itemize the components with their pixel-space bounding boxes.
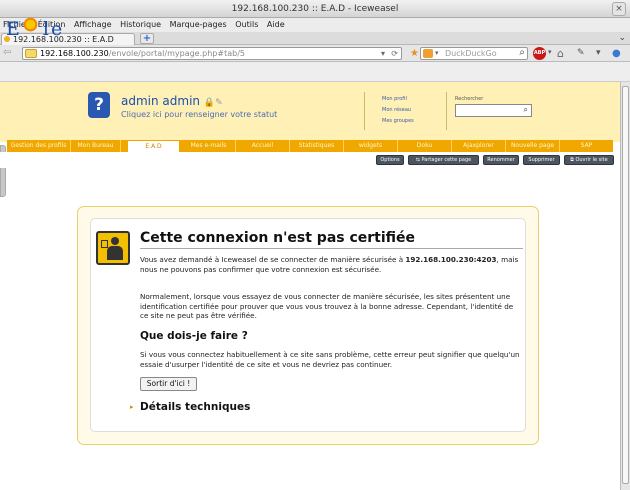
rename-button[interactable]: Renommer: [483, 155, 519, 165]
search-engine-icon[interactable]: [423, 49, 433, 58]
icon-body: [107, 246, 123, 260]
lock-icon: 🔒: [203, 98, 216, 108]
adblock-dropdown-icon[interactable]: ▾: [548, 48, 552, 56]
scrollbar-thumb[interactable]: [622, 86, 629, 484]
search-icon[interactable]: ⌕: [519, 47, 525, 58]
url-dropdown-icon[interactable]: ▾: [381, 48, 385, 59]
url-bar[interactable]: 192.168.100.230/envole/portal/mypage.php…: [22, 47, 402, 60]
tab-ead[interactable]: E.A.D: [127, 140, 180, 152]
error-paragraph-1: Vous avez demandé à Iceweasel de se conn…: [140, 255, 520, 274]
header-divider: [364, 92, 365, 130]
p1-text: Vous avez demandé à Iceweasel de se conn…: [140, 255, 406, 264]
portal-search-input[interactable]: ⌕: [455, 104, 532, 117]
error-panel: [90, 218, 526, 432]
search-engine-dropdown-icon[interactable]: ▾: [435, 48, 439, 59]
share-page-button[interactable]: ⇆ Partager cette page: [408, 155, 479, 165]
menu-outils[interactable]: Outils: [235, 20, 258, 29]
window-titlebar: 192.168.100.230 :: E.A.D - Iceweasel: [0, 0, 630, 18]
window-close-button[interactable]: ×: [612, 2, 626, 16]
get-out-button[interactable]: Sortir d'ici !: [140, 377, 197, 391]
link-mon-reseau[interactable]: Mon réseau: [382, 107, 411, 113]
menu-bar: Fichier Édition Affichage Historique Mar…: [0, 18, 630, 32]
delete-button[interactable]: Supprimer: [523, 155, 560, 165]
new-tab-button[interactable]: +: [140, 33, 154, 44]
logo-letters-le: le: [42, 18, 65, 40]
toolbar-addon-icon[interactable]: ●: [612, 48, 621, 59]
site-identity-icon[interactable]: [25, 49, 37, 58]
tab-bar: 192.168.100.230 :: E.A.D + ⌄: [0, 32, 630, 45]
window-title: 192.168.100.230 :: E.A.D - Iceweasel: [231, 4, 399, 14]
error-paragraph-2: Normalement, lorsque vous essayez de vou…: [140, 292, 514, 320]
bookmark-star-icon[interactable]: ★: [410, 48, 419, 59]
bookmarks-bar: [0, 62, 630, 82]
tab-widgets[interactable]: widgets: [344, 140, 398, 152]
user-name[interactable]: admin admin 🔒✎: [121, 94, 223, 108]
menu-marque-pages[interactable]: Marque-pages: [170, 20, 227, 29]
user-status-link[interactable]: Cliquez ici pour renseigner votre statut: [121, 110, 277, 119]
tab-gestion-des-profils[interactable]: Gestion des profils: [7, 140, 71, 152]
user-name-text: admin admin: [121, 94, 201, 108]
open-site-label: Ouvrir le site: [575, 157, 608, 163]
logo-letter-e: E: [6, 18, 22, 40]
menu-affichage[interactable]: Affichage: [74, 20, 112, 29]
tab-sap[interactable]: SAP: [560, 140, 613, 152]
link-mon-profil[interactable]: Mon profil: [382, 96, 407, 102]
share-page-label: Partager cette page: [421, 157, 472, 163]
p1-host: 192.168.100.230:4203: [405, 255, 497, 264]
toolbar-menu-icon[interactable]: ▾: [596, 48, 601, 58]
header-divider: [446, 92, 447, 130]
navigation-bar: ⇦ 192.168.100.230/envole/portal/mypage.p…: [0, 45, 630, 62]
menu-aide[interactable]: Aide: [267, 20, 285, 29]
tab-mes-emails[interactable]: Mes e-mails: [182, 140, 236, 152]
icon-head: [111, 237, 119, 245]
adblock-icon[interactable]: ABP: [533, 47, 546, 60]
vertical-scrollbar[interactable]: [620, 82, 630, 490]
logo-sun-icon: [21, 15, 40, 34]
edit-icon[interactable]: ✎: [215, 98, 223, 108]
home-icon[interactable]: ⌂: [557, 47, 564, 60]
tab-nouvelle-page[interactable]: Nouvelle page: [506, 140, 560, 152]
search-placeholder: DuckDuckGo: [445, 49, 497, 58]
technical-details-toggle[interactable]: Détails techniques: [140, 401, 250, 413]
tab-doku[interactable]: Doku: [398, 140, 452, 152]
tab-list-icon[interactable]: ⌄: [618, 32, 626, 45]
search-icon[interactable]: ⌕: [524, 105, 528, 115]
reload-icon[interactable]: ⟳: [391, 48, 398, 59]
link-mes-groupes[interactable]: Mes groupes: [382, 118, 414, 124]
error-paragraph-3: Si vous vous connectez habituellement à …: [140, 350, 520, 369]
options-button[interactable]: Options: [376, 155, 404, 165]
menu-historique[interactable]: Historique: [120, 20, 161, 29]
back-icon[interactable]: ⇦: [3, 47, 11, 58]
security-officer-icon: [96, 231, 130, 265]
toolbar-extension-icon[interactable]: ✎: [577, 48, 585, 58]
what-to-do-heading: Que dois-je faire ?: [140, 330, 248, 342]
icon-badge: [101, 240, 108, 248]
url-domain: 192.168.100.230: [40, 49, 109, 58]
error-title: Cette connexion n'est pas certifiée: [140, 230, 416, 246]
expand-arrow-icon[interactable]: ▸: [130, 403, 134, 411]
tab-mon-bureau[interactable]: Mon Bureau: [71, 140, 121, 152]
portal-search-label: Rechercher: [455, 96, 484, 102]
search-bar[interactable]: ▾ DuckDuckGo ⌕: [420, 47, 528, 60]
avatar[interactable]: ?: [88, 92, 110, 118]
tab-statistiques[interactable]: Statistiques: [290, 140, 344, 152]
title-divider: [140, 248, 523, 249]
open-site-button[interactable]: ⧉ Ouvrir le site: [564, 155, 614, 165]
tab-ajaxplorer[interactable]: Ajaxplorer: [452, 140, 506, 152]
url-path: /envole/portal/mypage.php#tab/5: [108, 49, 245, 58]
tab-accueil[interactable]: Accueil: [236, 140, 290, 152]
